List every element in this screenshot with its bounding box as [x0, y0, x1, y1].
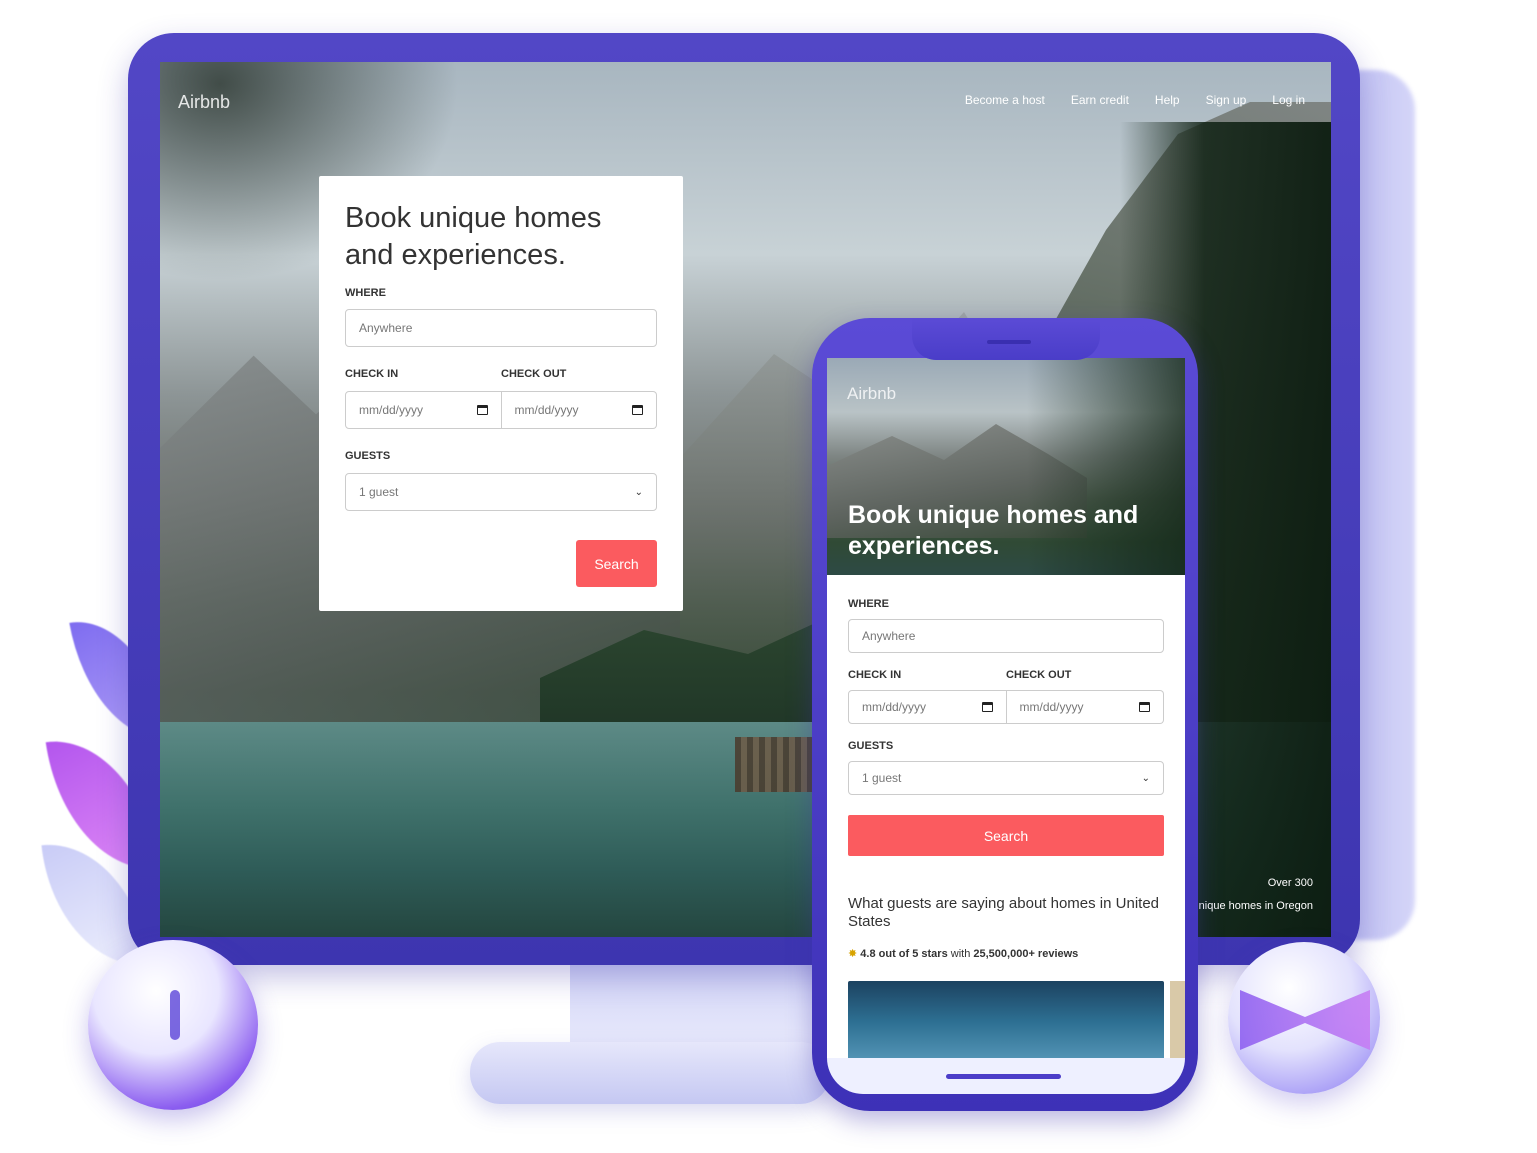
nav-earn-credit[interactable]: Earn credit	[1071, 93, 1129, 107]
guests-select[interactable]: 1 guest ⌄	[345, 473, 657, 511]
where-label: WHERE	[848, 598, 889, 610]
check-out-input[interactable]: mm/dd/yyyy	[1006, 690, 1164, 724]
where-placeholder: Anywhere	[359, 321, 413, 335]
mobile-brand-logo[interactable]: Airbnb	[847, 384, 896, 404]
phone-home-indicator	[946, 1074, 1061, 1079]
chevron-down-icon: ⌄	[634, 486, 643, 498]
phone-speaker	[987, 340, 1031, 344]
check-in-placeholder: mm/dd/yyyy	[359, 403, 424, 417]
listing-photo[interactable]	[848, 981, 1164, 1058]
nav-help[interactable]: Help	[1155, 93, 1180, 107]
date-inputs: mm/dd/yyyy mm/dd/yyyy	[848, 690, 1164, 724]
nav-log-in[interactable]: Log in	[1272, 93, 1305, 107]
nav-become-a-host[interactable]: Become a host	[965, 93, 1045, 107]
guests-select[interactable]: 1 guest ⌄	[848, 761, 1164, 795]
monitor-stand-base	[470, 1042, 830, 1104]
mobile-hero-title: Book unique homes and experiences.	[848, 501, 1139, 560]
check-out-label: CHECK OUT	[1006, 669, 1072, 681]
guests-value: 1 guest	[359, 485, 399, 499]
check-out-placeholder: mm/dd/yyyy	[1019, 700, 1084, 714]
guests-label: GUESTS	[848, 740, 894, 752]
rating-with: with	[950, 948, 971, 960]
check-out-placeholder: mm/dd/yyyy	[514, 403, 579, 417]
date-inputs: mm/dd/yyyy mm/dd/yyyy	[345, 391, 657, 429]
check-in-label: CHECK IN	[848, 669, 902, 681]
listing-photo[interactable]	[1170, 981, 1185, 1058]
guests-value: 1 guest	[862, 771, 902, 785]
check-in-placeholder: mm/dd/yyyy	[862, 700, 927, 714]
phone-screen: Airbnb Book unique homes and experiences…	[827, 358, 1185, 1058]
mobile-booking-form: WHERE Anywhere CHECK IN CHECK OUT mm/dd/…	[848, 598, 1164, 856]
check-in-input[interactable]: mm/dd/yyyy	[848, 690, 1007, 724]
guests-label: GUESTS	[345, 450, 391, 462]
monitor-stand-neck	[570, 955, 830, 1050]
rating-value: 4.8 out of 5 stars	[860, 948, 948, 960]
review-count: 25,500,000+ reviews	[973, 948, 1079, 960]
where-input[interactable]: Anywhere	[345, 309, 657, 347]
reviews-heading: What guests are saying about homes in Un…	[848, 895, 1160, 930]
search-button[interactable]: Search	[576, 540, 657, 587]
nav-links: Become a host Earn credit Help Sign up L…	[965, 93, 1305, 107]
phone-notch	[912, 318, 1100, 360]
calendar-icon[interactable]	[1139, 702, 1150, 712]
star-icon: ✸	[848, 948, 858, 960]
nav-sign-up[interactable]: Sign up	[1206, 93, 1247, 107]
check-out-input[interactable]: mm/dd/yyyy	[501, 391, 657, 429]
where-input[interactable]: Anywhere	[848, 619, 1164, 653]
calendar-icon[interactable]	[632, 405, 643, 415]
check-out-label: CHECK OUT	[501, 368, 567, 380]
rating-summary: ✸ 4.8 out of 5 stars with 25,500,000+ re…	[848, 947, 1078, 960]
chevron-down-icon: ⌄	[1141, 772, 1150, 784]
search-button[interactable]: Search	[848, 815, 1164, 856]
booking-title: Book unique homes and experiences.	[345, 202, 602, 271]
calendar-icon[interactable]	[981, 702, 993, 712]
mobile-hero: Airbnb Book unique homes and experiences…	[827, 358, 1185, 575]
brand-logo[interactable]: Airbnb	[178, 92, 230, 113]
stat-line-1: Over 300	[1267, 877, 1313, 889]
where-label: WHERE	[345, 287, 386, 299]
check-in-label: CHECK IN	[345, 368, 399, 380]
calendar-icon[interactable]	[476, 405, 488, 415]
booking-card: Book unique homes and experiences. WHERE…	[319, 176, 683, 611]
stat-line-2: unique homes in Oregon	[1192, 900, 1313, 912]
where-placeholder: Anywhere	[862, 629, 916, 643]
decorative-orb-slot	[170, 990, 180, 1040]
top-navigation: Airbnb Become a host Earn credit Help Si…	[160, 62, 1331, 142]
date-labels: CHECK IN CHECK OUT	[848, 669, 1164, 681]
check-in-input[interactable]: mm/dd/yyyy	[345, 391, 502, 429]
date-labels: CHECK IN CHECK OUT	[345, 368, 657, 380]
